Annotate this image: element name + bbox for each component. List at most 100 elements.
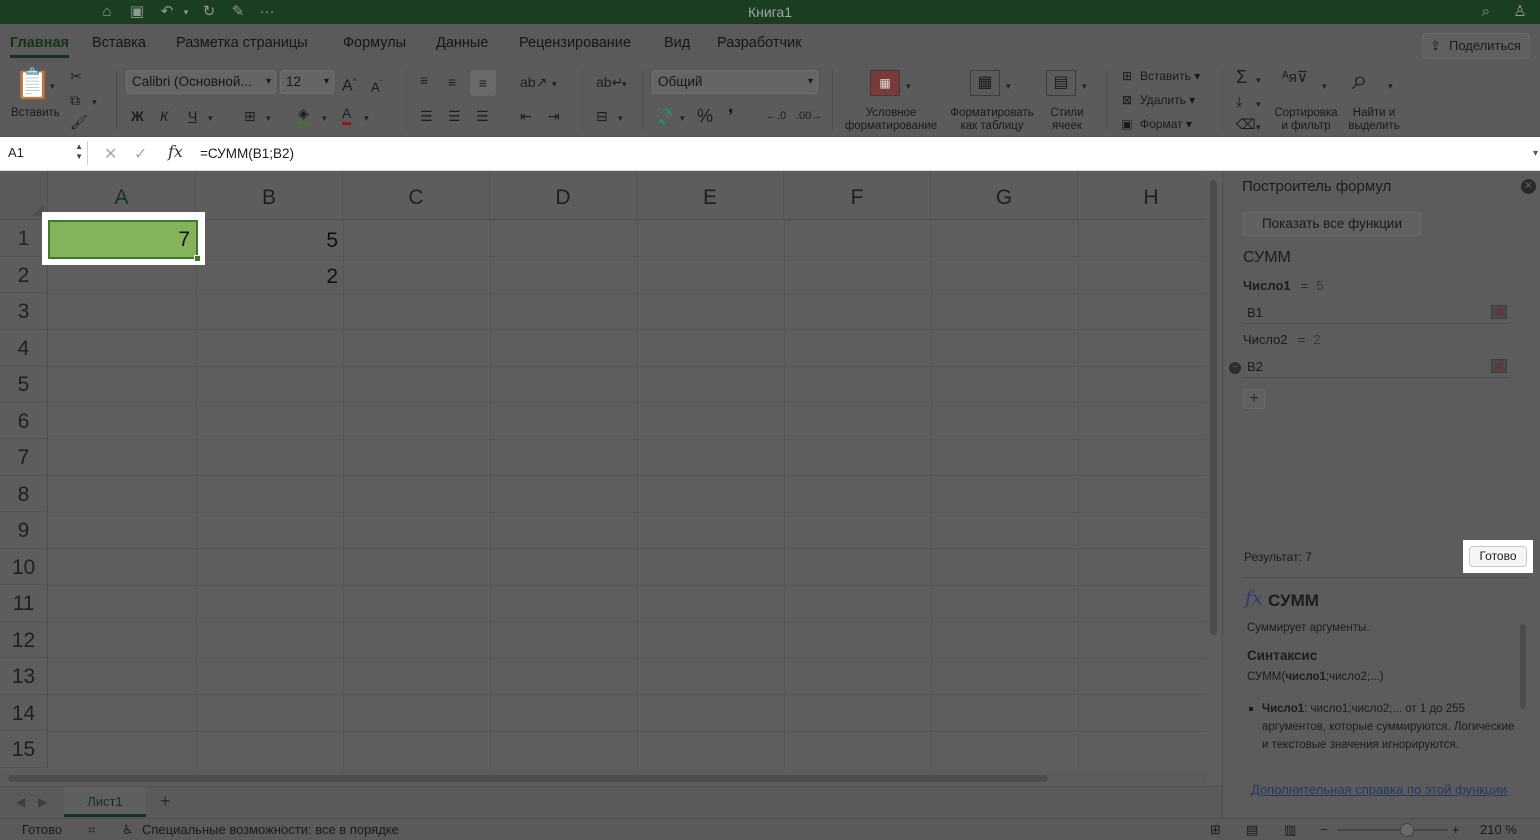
format-cells-button[interactable]: ▣ Формат ▾: [1118, 117, 1192, 131]
cancel-icon[interactable]: ✕: [104, 144, 117, 164]
macro-record-icon[interactable]: ⌗: [88, 822, 95, 838]
underline-dropdown-icon[interactable]: ▾: [208, 108, 213, 128]
add-argument-button[interactable]: +: [1243, 389, 1265, 409]
show-all-functions-button[interactable]: Показать все функции: [1243, 212, 1421, 236]
next-sheet-icon[interactable]: ▶: [38, 795, 47, 809]
merge-dropdown-icon[interactable]: ▾: [618, 108, 623, 128]
borders-dropdown-icon[interactable]: ▾: [266, 108, 271, 128]
row-header-3[interactable]: 3: [0, 293, 48, 330]
name-box-stepper-icon[interactable]: ▲ ▼: [75, 142, 83, 162]
more-help-link[interactable]: Дополнительная справка по этой функции: [1251, 782, 1507, 797]
range-picker-icon[interactable]: ▦: [1491, 305, 1507, 319]
font-size-select[interactable]: 12 ▾: [280, 70, 334, 94]
fill-down-dropdown-icon[interactable]: ▾: [1256, 94, 1261, 114]
arg1-input[interactable]: B1 ▦: [1243, 300, 1507, 324]
range-picker-icon[interactable]: ▦: [1491, 359, 1507, 373]
wrap-text-icon[interactable]: ab↵: [596, 72, 623, 92]
comma-style-icon[interactable]: ❜: [728, 106, 734, 126]
underline-button[interactable]: Ч: [188, 106, 197, 126]
column-header-d[interactable]: D: [490, 172, 637, 220]
column-header-h[interactable]: H: [1078, 172, 1206, 220]
row-header-8[interactable]: 8: [0, 475, 48, 512]
find-select-icon[interactable]: ⌕: [1352, 64, 1368, 96]
select-all-corner[interactable]: [0, 172, 48, 220]
expand-formula-icon[interactable]: ▾: [1533, 148, 1538, 159]
paste-dropdown-icon[interactable]: ▾: [50, 76, 55, 96]
cut-icon[interactable]: ✂: [70, 66, 82, 86]
zoom-slider[interactable]: [1338, 829, 1448, 831]
fill-dropdown-icon[interactable]: ▾: [322, 108, 327, 128]
zoom-in-icon[interactable]: +: [1452, 822, 1460, 837]
font-color-dropdown-icon[interactable]: ▾: [364, 108, 369, 128]
row-header-13[interactable]: 13: [0, 658, 48, 695]
clear-icon[interactable]: ⌫: [1236, 114, 1256, 134]
align-right-icon[interactable]: ☰: [476, 106, 489, 126]
borders-icon[interactable]: ⊞: [244, 106, 256, 126]
format-painter-icon[interactable]: 🖌: [70, 112, 88, 132]
cell-b1[interactable]: 5: [196, 222, 343, 258]
normal-view-icon[interactable]: ⊞: [1210, 822, 1221, 838]
vertical-scrollbar[interactable]: [1210, 180, 1217, 635]
find-select-dropdown-icon[interactable]: ▾: [1388, 76, 1393, 96]
decrease-font-icon[interactable]: Aˇ: [371, 74, 382, 97]
row-header-12[interactable]: 12: [0, 621, 48, 658]
row-header-5[interactable]: 5: [0, 366, 48, 403]
column-header-f[interactable]: F: [784, 172, 931, 220]
fill-color-icon[interactable]: ◈: [298, 104, 309, 125]
row-header-2[interactable]: 2: [0, 256, 48, 293]
cell-a1[interactable]: 7: [48, 220, 201, 262]
insert-cells-button[interactable]: ⊞ Вставить ▾: [1118, 69, 1200, 83]
currency-dropdown-icon[interactable]: ▾: [680, 108, 685, 128]
font-color-icon[interactable]: A: [342, 104, 352, 125]
formula-input[interactable]: =СУММ(B1;B2): [200, 146, 294, 161]
zoom-level[interactable]: 210 %: [1480, 822, 1517, 837]
arg2-input[interactable]: B2 ▦: [1243, 354, 1507, 378]
tab-view[interactable]: Вид: [664, 35, 690, 51]
tab-developer[interactable]: Разработчик: [717, 35, 802, 51]
find-select-label[interactable]: Найти и выделить: [1344, 107, 1404, 133]
copy-icon[interactable]: ⧉: [70, 90, 80, 110]
column-header-e[interactable]: E: [637, 172, 784, 220]
zoom-slider-handle[interactable]: [1400, 823, 1414, 837]
wrap-dropdown-icon[interactable]: ▾: [622, 74, 627, 94]
row-header-1[interactable]: 1: [0, 220, 48, 257]
paste-icon[interactable]: 📋: [14, 68, 51, 102]
page-break-view-icon[interactable]: ▥: [1284, 822, 1296, 838]
fill-handle[interactable]: [194, 255, 201, 262]
column-header-g[interactable]: G: [931, 172, 1078, 220]
align-top-icon[interactable]: ≡: [420, 70, 428, 90]
italic-button[interactable]: К: [160, 106, 168, 126]
row-header-10[interactable]: 10: [0, 548, 48, 585]
tab-formulas[interactable]: Формулы: [343, 35, 406, 51]
percent-button[interactable]: %: [697, 106, 713, 126]
number-format-select[interactable]: Общий ▾: [652, 70, 818, 94]
conditional-format-label[interactable]: Условное форматирование: [842, 107, 940, 133]
format-as-table-label[interactable]: Форматировать как таблицу: [946, 107, 1038, 133]
increase-indent-icon[interactable]: ⇥: [548, 106, 560, 126]
font-name-select[interactable]: Calibri (Основной... ▾: [126, 70, 276, 94]
accessibility-icon[interactable]: ♿: [122, 822, 134, 838]
cell-styles-icon[interactable]: ▤: [1046, 70, 1076, 96]
merge-icon[interactable]: ⊟: [596, 106, 608, 126]
align-left-icon[interactable]: ☰: [420, 106, 433, 126]
page-layout-view-icon[interactable]: ▤: [1246, 822, 1258, 838]
autosum-icon[interactable]: Σ: [1236, 67, 1247, 87]
delete-cells-button[interactable]: ⊠ Удалить ▾: [1118, 93, 1195, 107]
orientation-icon[interactable]: ab↗: [520, 72, 547, 92]
remove-argument-icon[interactable]: −: [1229, 362, 1241, 374]
share-button[interactable]: ⇪ Поделиться: [1422, 33, 1530, 59]
row-header-6[interactable]: 6: [0, 402, 48, 439]
confirm-icon[interactable]: ✓: [134, 144, 147, 164]
name-box[interactable]: A1 ▲ ▼: [2, 141, 88, 165]
align-center-icon[interactable]: ☰: [448, 106, 461, 126]
decrease-decimal-icon[interactable]: .00→: [796, 106, 822, 126]
increase-font-icon[interactable]: A^: [342, 72, 356, 96]
add-sheet-icon[interactable]: +: [160, 791, 171, 812]
conditional-format-icon[interactable]: ▦: [870, 70, 900, 96]
copy-dropdown-icon[interactable]: ▾: [92, 92, 97, 112]
row-header-15[interactable]: 15: [0, 731, 48, 768]
autosum-dropdown-icon[interactable]: ▾: [1256, 70, 1261, 90]
tab-home[interactable]: Главная: [10, 35, 69, 58]
cs-dropdown-icon[interactable]: ▾: [1082, 76, 1087, 96]
clear-dropdown-icon[interactable]: ▾: [1256, 117, 1261, 137]
